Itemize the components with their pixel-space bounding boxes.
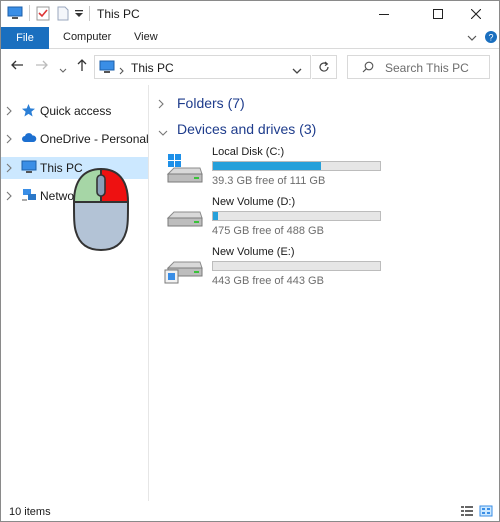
navigation-pane: Quick access OneDrive - Personal This PC… bbox=[1, 85, 149, 501]
collapse-chevron-icon[interactable] bbox=[158, 126, 168, 140]
drive-free-space: 443 GB free of 443 GB bbox=[212, 275, 324, 287]
devices-group-title: Devices and drives (3) bbox=[177, 121, 317, 137]
tab-computer[interactable]: Computer bbox=[63, 31, 111, 43]
mouse-icon bbox=[72, 167, 130, 252]
new-folder-icon[interactable] bbox=[57, 6, 69, 24]
expand-ribbon-icon[interactable] bbox=[467, 32, 477, 46]
drive-free-space: 39.3 GB free of 111 GB bbox=[212, 175, 326, 187]
search-icon bbox=[362, 61, 374, 76]
breadcrumb-chevron-icon[interactable] bbox=[119, 64, 125, 78]
star-icon bbox=[21, 103, 36, 121]
expand-chevron-icon[interactable] bbox=[6, 162, 13, 176]
computer-icon bbox=[21, 160, 37, 177]
windows-drive-icon bbox=[164, 152, 204, 189]
svg-text:?: ? bbox=[488, 33, 493, 43]
refresh-button[interactable] bbox=[312, 55, 337, 79]
up-arrow-icon[interactable] bbox=[76, 58, 88, 75]
expand-chevron-icon[interactable] bbox=[158, 98, 165, 112]
minimize-button[interactable] bbox=[361, 1, 407, 27]
content-pane: Folders (7) Devices and drives (3) Local… bbox=[150, 85, 499, 501]
help-icon[interactable]: ? bbox=[484, 30, 498, 47]
drive-name: New Volume (D:) bbox=[212, 196, 296, 208]
navigation-bar: This PC Search This PC bbox=[1, 49, 499, 85]
ribbon: File Computer View ? bbox=[1, 27, 499, 49]
sidebar-item-onedrive[interactable]: OneDrive - Personal bbox=[1, 128, 149, 150]
expand-chevron-icon[interactable] bbox=[6, 133, 13, 147]
drive-free-space: 475 GB free of 488 GB bbox=[212, 225, 324, 237]
mouse-body bbox=[72, 201, 130, 252]
items-count: 10 items bbox=[9, 506, 51, 518]
sidebar-item-quick-access[interactable]: Quick access bbox=[1, 100, 148, 122]
mouse-right-click-indicator bbox=[72, 166, 130, 255]
title-separator bbox=[89, 6, 90, 21]
cloud-icon bbox=[21, 131, 37, 148]
drive-usage-bar bbox=[212, 261, 381, 271]
details-view-icon[interactable] bbox=[460, 505, 474, 520]
title-bar: This PC bbox=[1, 1, 499, 27]
drive-name: Local Disk (C:) bbox=[212, 146, 285, 158]
removable-drive-icon bbox=[164, 252, 204, 289]
back-arrow-icon[interactable] bbox=[10, 58, 24, 75]
address-location[interactable]: This PC bbox=[131, 61, 174, 75]
tab-file[interactable]: File bbox=[1, 27, 49, 49]
expand-chevron-icon[interactable] bbox=[6, 190, 13, 204]
drive-usage-bar bbox=[212, 211, 381, 221]
address-history-chevron-icon[interactable] bbox=[292, 64, 302, 78]
recent-locations-chevron-icon[interactable] bbox=[59, 63, 67, 77]
close-button[interactable] bbox=[453, 1, 499, 27]
drive-item-d[interactable]: New Volume (D:) 475 GB free of 488 GB bbox=[164, 196, 384, 242]
search-placeholder[interactable]: Search This PC bbox=[385, 61, 469, 75]
network-icon bbox=[21, 188, 37, 205]
maximize-icon bbox=[433, 9, 443, 19]
expand-chevron-icon[interactable] bbox=[6, 105, 13, 119]
computer-icon bbox=[99, 60, 115, 77]
window-title: This PC bbox=[97, 7, 140, 21]
close-icon bbox=[471, 9, 481, 19]
computer-icon bbox=[7, 6, 23, 23]
file-explorer-window: This PC File Computer View ? This PC Sea… bbox=[0, 0, 500, 522]
drive-item-e[interactable]: New Volume (E:) 443 GB free of 443 GB bbox=[164, 246, 384, 292]
forward-arrow-icon[interactable] bbox=[35, 58, 49, 75]
drive-name: New Volume (E:) bbox=[212, 246, 295, 258]
mouse-scroll-wheel bbox=[96, 174, 106, 197]
search-box[interactable]: Search This PC bbox=[347, 55, 490, 79]
drive-usage-bar bbox=[212, 161, 381, 171]
sidebar-item-label: Quick access bbox=[40, 104, 112, 118]
sidebar-item-label: OneDrive - Personal bbox=[40, 132, 149, 146]
customize-toolbar-dropdown-icon[interactable] bbox=[74, 8, 84, 22]
large-icons-view-icon[interactable] bbox=[479, 505, 493, 520]
properties-icon[interactable] bbox=[36, 6, 50, 24]
drive-item-c[interactable]: Local Disk (C:) 39.3 GB free of 111 GB bbox=[164, 146, 384, 192]
tab-view[interactable]: View bbox=[134, 31, 158, 43]
drive-usage-fill bbox=[213, 212, 218, 220]
hard-drive-icon bbox=[164, 202, 204, 239]
address-bar[interactable]: This PC bbox=[94, 55, 311, 79]
drive-usage-fill bbox=[213, 162, 321, 170]
title-separator-icon bbox=[29, 5, 31, 24]
folders-group-title: Folders (7) bbox=[177, 95, 245, 111]
minimize-icon bbox=[379, 14, 389, 15]
status-bar: 10 items bbox=[1, 501, 499, 521]
refresh-icon bbox=[319, 61, 329, 72]
